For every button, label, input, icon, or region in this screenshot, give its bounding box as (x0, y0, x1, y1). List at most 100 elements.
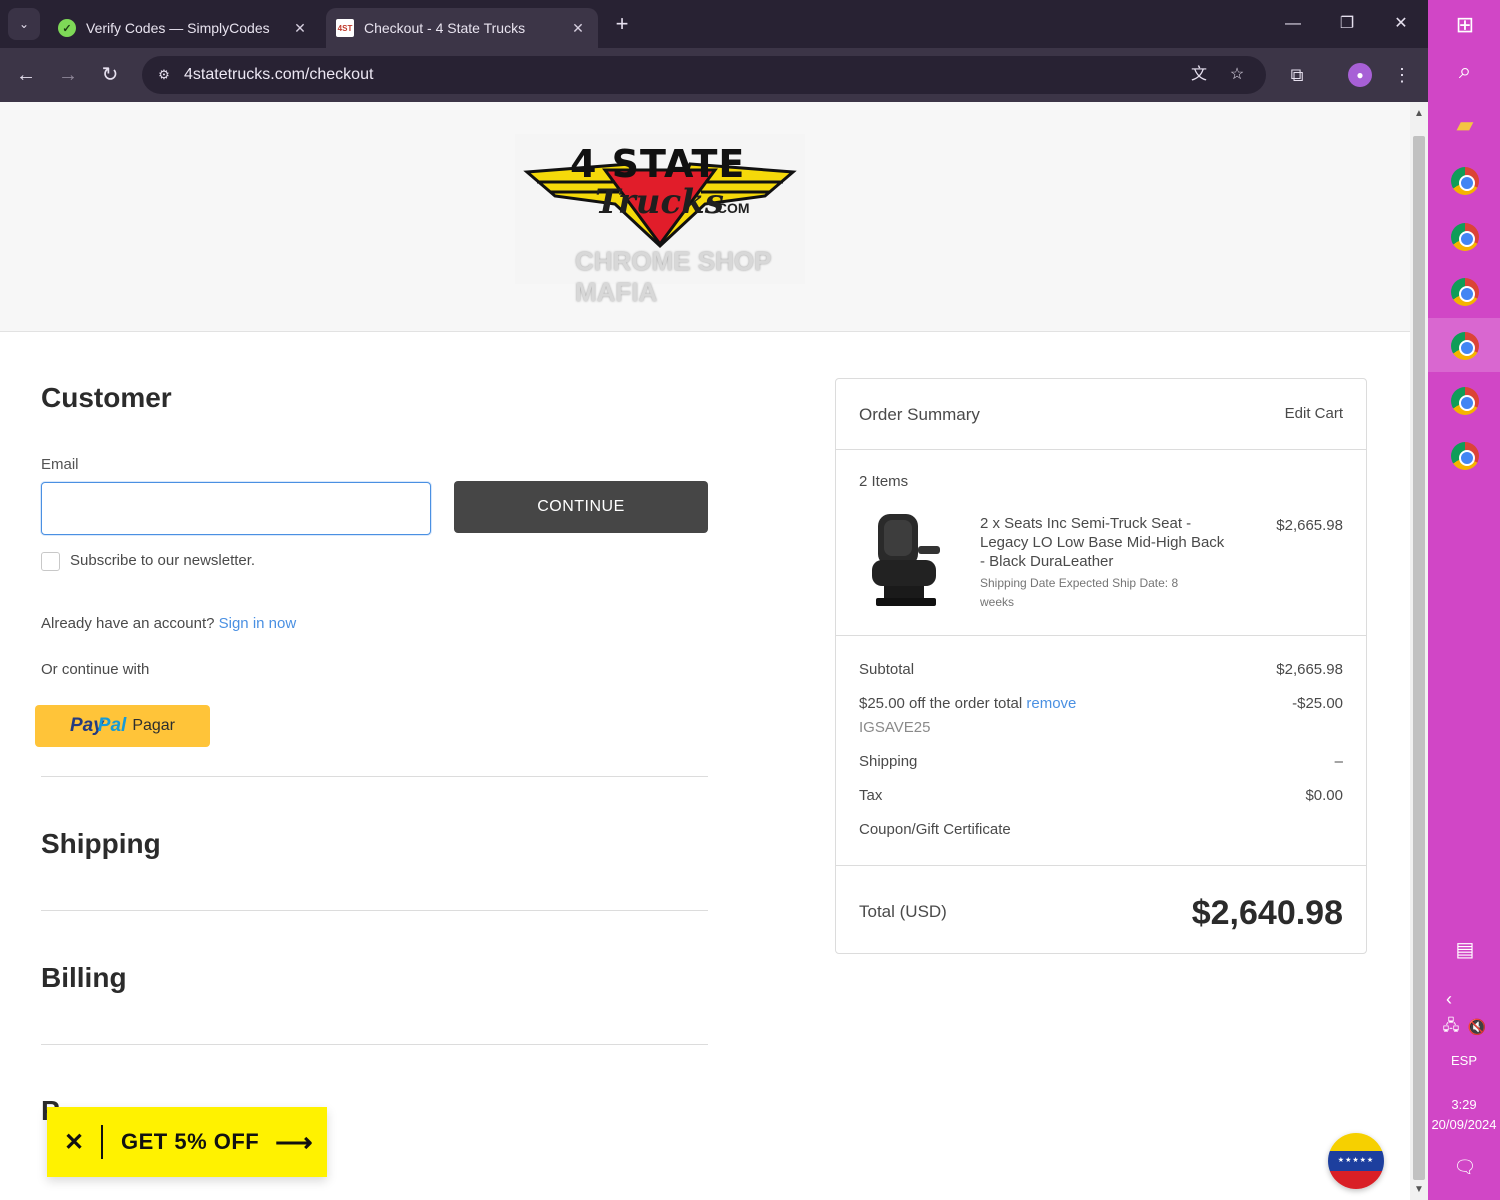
items-count: 2 Items (859, 473, 909, 490)
section-divider (41, 776, 708, 777)
section-divider (41, 910, 708, 911)
chrome-profile-icon[interactable] (1450, 222, 1480, 252)
discount-label: $25.00 off the order total (859, 695, 1023, 712)
sign-in-link[interactable]: Sign in now (219, 615, 297, 632)
bookmark-star-icon[interactable]: ☆ (1226, 65, 1248, 85)
restore-button[interactable]: ❐ (1320, 8, 1374, 40)
promo-text[interactable]: GET 5% OFF (121, 1129, 259, 1155)
summary-total: Total (USD) $2,640.98 (836, 866, 1366, 954)
new-tab-button[interactable]: + (610, 10, 634, 38)
tab-title: Checkout - 4 State Trucks (364, 20, 526, 36)
promo-banner[interactable]: ✕ GET 5% OFF ⟶ (47, 1107, 327, 1177)
extensions-icon[interactable]: ⧉ (1283, 61, 1311, 89)
edit-cart-link[interactable]: Edit Cart (1285, 405, 1343, 422)
tab-simplycodes[interactable]: ✓ Verify Codes — SimplyCodes ✕ (48, 8, 320, 48)
item-ship-note: Shipping Date Expected Ship Date: 8 week… (980, 576, 1179, 609)
coupon-link[interactable]: Coupon/Gift Certificate (859, 821, 1011, 838)
logo-text-top: 4 STATE (570, 142, 746, 186)
close-tab-icon[interactable]: ✕ (288, 20, 312, 37)
seat-product-image[interactable] (864, 510, 948, 614)
discount-value: -$25.00 (1292, 695, 1343, 712)
logo-text-com: .COM (713, 200, 750, 216)
menu-icon[interactable]: ⋮ (1388, 61, 1416, 89)
billing-heading[interactable]: Billing (41, 962, 127, 994)
email-label: Email (41, 456, 79, 473)
email-input[interactable] (41, 482, 431, 535)
logo-text-script: Trucks (595, 182, 724, 222)
chrome-profile-icon[interactable] (1450, 441, 1480, 471)
search-icon[interactable]: ⌕ (1450, 56, 1480, 86)
tax-label: Tax (859, 787, 883, 804)
address-bar[interactable]: ⚙ 4statetrucks.com/checkout 文 ☆ (142, 56, 1266, 94)
page-scrollbar[interactable]: ▲ ▼ (1410, 102, 1428, 1200)
store-logo[interactable]: 4 STATE Trucks .COM CHROME SHOP MAFIA (515, 134, 805, 307)
newsletter-label[interactable]: Subscribe to our newsletter. (70, 552, 255, 569)
translate-icon[interactable]: 文 (1188, 65, 1210, 85)
close-window-button[interactable]: ✕ (1374, 8, 1428, 40)
tab-checkout[interactable]: 4ST Checkout - 4 State Trucks ✕ (326, 8, 598, 48)
windows-taskbar: ⊞ ⌕ ▰ ▤ ‹ 🖧 🔇 ESP 3:29 20/09/2024 🗨 (1428, 0, 1500, 1200)
scroll-thumb[interactable] (1413, 136, 1425, 1180)
simplycodes-icon: ✓ (58, 19, 76, 37)
chevron-left-icon[interactable]: ‹ (1434, 984, 1464, 1014)
news-widget-icon[interactable]: ▤ (1450, 934, 1480, 964)
chrome-profile-icon[interactable] (1450, 386, 1480, 416)
file-explorer-icon[interactable]: ▰ (1450, 110, 1480, 140)
summary-items: 2 Items 2 x Seats Inc Semi-Truck Seat - … (836, 450, 1366, 636)
promo-separator (101, 1125, 103, 1159)
or-continue-label: Or continue with (41, 661, 150, 678)
shipping-label: Shipping (859, 753, 918, 770)
summary-header: Order Summary Edit Cart (836, 379, 1366, 450)
newsletter-checkbox[interactable] (41, 552, 60, 571)
chrome-profile-icon[interactable] (1450, 331, 1480, 361)
clock-date[interactable]: 20/09/2024 (1428, 1117, 1500, 1132)
order-summary-title: Order Summary (859, 405, 980, 424)
arrow-right-icon: ⟶ (275, 1126, 313, 1157)
site-header: 4 STATE Trucks .COM CHROME SHOP MAFIA (0, 102, 1410, 332)
profile-avatar[interactable]: ● (1348, 63, 1372, 87)
subtotal-value: $2,665.98 (1276, 661, 1343, 678)
reload-icon[interactable]: ↻ (96, 61, 124, 89)
tab-search-button[interactable]: ⌄ (8, 8, 40, 40)
shipping-value: – (1334, 753, 1343, 770)
volume-muted-icon[interactable]: 🔇 (1462, 1012, 1492, 1042)
summary-totals: Subtotal $2,665.98 $25.00 off the order … (836, 636, 1366, 866)
url-text[interactable]: 4statetrucks.com/checkout (184, 56, 373, 94)
item-name: 2 x Seats Inc Semi-Truck Seat - Legacy L… (980, 515, 1225, 570)
minimize-button[interactable]: — (1266, 8, 1320, 40)
notifications-icon[interactable]: 🗨 (1450, 1152, 1480, 1182)
continue-button[interactable]: CONTINUE (454, 481, 708, 533)
back-icon[interactable]: ← (12, 61, 40, 89)
paypal-logo: PayPal (69, 715, 127, 736)
paypal-label: Pagar (132, 717, 176, 734)
screen: ⌄ ✓ Verify Codes — SimplyCodes ✕ 4ST Che… (0, 0, 1500, 1200)
scroll-down-arrow-icon[interactable]: ▼ (1414, 1184, 1424, 1195)
forward-icon[interactable]: → (54, 61, 82, 89)
clock-time[interactable]: 3:29 (1428, 1097, 1500, 1112)
paypal-button[interactable]: PayPal Pagar (35, 705, 210, 747)
windows-start-icon[interactable]: ⊞ (1450, 10, 1480, 40)
venezuela-flag-icon[interactable]: ★★★★★ (1328, 1133, 1384, 1189)
chrome-profile-icon[interactable] (1450, 277, 1480, 307)
4statetrucks-icon: 4ST (336, 19, 354, 37)
close-tab-icon[interactable]: ✕ (566, 20, 590, 37)
scroll-up-arrow-icon[interactable]: ▲ (1414, 108, 1424, 119)
subtotal-label: Subtotal (859, 661, 915, 678)
total-label: Total (USD) (859, 902, 947, 921)
language-indicator[interactable]: ESP (1428, 1053, 1500, 1068)
checkout-page: 4 STATE Trucks .COM CHROME SHOP MAFIA Cu… (0, 102, 1410, 1200)
account-prompt: Already have an account? Sign in now (41, 615, 296, 632)
tax-value: $0.00 (1305, 787, 1343, 804)
remove-discount-link[interactable]: remove (1026, 695, 1076, 712)
close-promo-icon[interactable]: ✕ (47, 1128, 101, 1157)
chrome-icon[interactable] (1450, 166, 1480, 196)
discount-code: IGSAVE25 (859, 719, 931, 736)
item-price: $2,665.98 (1276, 517, 1343, 534)
browser-toolbar: ← → ↻ ⚙ 4statetrucks.com/checkout 文 ☆ ⧉ … (0, 48, 1428, 102)
account-prompt-text: Already have an account? (41, 615, 215, 632)
site-info-icon[interactable]: ⚙ (154, 65, 174, 85)
discount-line: $25.00 off the order total remove (859, 695, 1076, 712)
logo-text-sub: CHROME SHOP MAFIA (575, 246, 771, 307)
customer-heading: Customer (41, 382, 172, 413)
shipping-heading[interactable]: Shipping (41, 828, 161, 860)
